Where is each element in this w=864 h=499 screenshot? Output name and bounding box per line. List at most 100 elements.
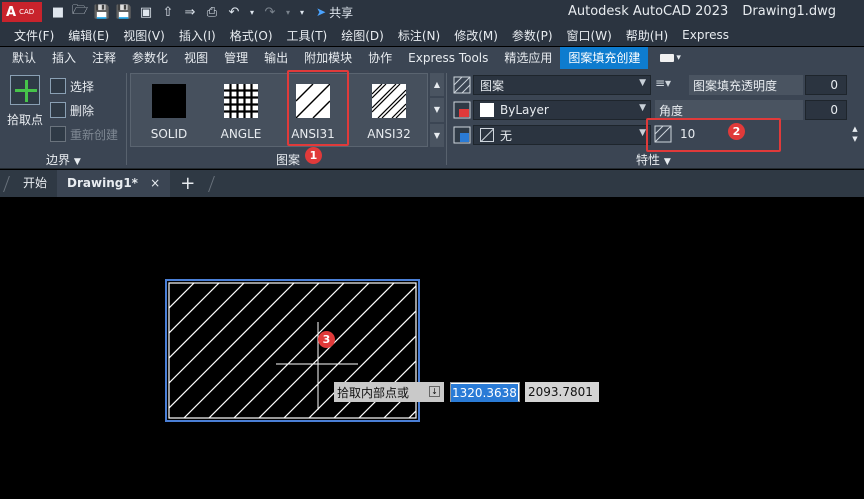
properties-panel-title[interactable]: 特性 ▼ [636,151,671,168]
ribbon-tab[interactable]: 注释 [84,47,124,69]
highlight-ansi31 [287,70,349,146]
print-icon[interactable]: ⎙ [204,4,220,20]
undo-dropdown-icon[interactable]: ▾ [248,4,256,20]
gallery-expand-icon[interactable]: ▼ [430,123,444,147]
ribbon-tab[interactable]: 图案填充创建 [560,47,649,69]
close-icon[interactable]: × [150,176,160,190]
background-color-icon [453,126,471,144]
boundary-title-text: 边界 [46,153,71,167]
hatch-drawing [165,250,602,450]
scale-spinner[interactable]: ▲ ▼ [850,124,860,144]
gallery-up-icon[interactable]: ▲ [430,73,444,97]
gallery-down-icon[interactable]: ▼ [430,98,444,122]
pick-points-button[interactable]: 拾取点 [5,75,45,135]
coord-x-value: 1320.3638 [451,384,518,402]
open-folder-icon[interactable]: 🗁 [72,3,88,20]
menu-item[interactable]: 修改(M) [440,27,498,44]
pattern-name: SOLID [150,127,188,141]
share-button[interactable]: ➤ 共享 [316,4,353,21]
new-tab-icon[interactable]: + [170,173,205,194]
hatch-color-icon [453,101,471,119]
app-logo[interactable]: A CAD [2,2,42,22]
ribbon-tab[interactable]: 附加模块 [296,47,360,69]
transparency-input[interactable]: 0 [805,75,847,95]
menu-item[interactable]: 编辑(E) [54,27,109,44]
redo-dropdown-icon[interactable]: ▾ [284,4,292,20]
prompt-options-icon[interactable]: ↓ [429,386,440,397]
pattern-panel-title: 图案 [276,153,301,167]
annotation-badge-3: 3 [318,331,335,348]
ribbon-tab[interactable]: 插入 [44,47,84,69]
ribbon-tab[interactable]: 参数化 [124,47,176,69]
ribbon-tab[interactable]: 协作 [360,47,400,69]
pick-points-label: 拾取点 [6,113,43,127]
annotation-badge-1: 1 [305,147,322,164]
solid-pattern-icon [152,84,186,118]
save-icon[interactable]: 💾 [94,4,110,20]
ribbon-tab[interactable]: 视图 [176,47,216,69]
select-boundary-button[interactable]: 选择 [50,77,94,95]
redo-icon[interactable]: ↷ [262,4,278,20]
logo-letter: A [6,4,17,20]
spinner-down-icon[interactable]: ▼ [850,134,860,144]
angle-input[interactable]: 0 [805,100,847,120]
tab-drawing1[interactable]: Drawing1* × [57,170,171,197]
remove-boundary-button[interactable]: 删除 [50,101,94,119]
coordinate-x-input[interactable]: 1320.3638 [450,382,520,402]
menu-item[interactable]: Express [668,28,729,42]
annotation-badge-2: 2 [728,123,745,140]
undo-icon[interactable]: ↶ [226,4,242,20]
ribbon-tab[interactable]: 管理 [216,47,256,69]
tab-start[interactable]: 开始 [13,170,57,197]
menu-item[interactable]: 插入(I) [165,27,216,44]
hatch-type-dropdown[interactable]: 图案 ▼ [473,75,651,95]
transparency-label: 图案填充透明度 [689,75,803,95]
pattern-solid[interactable]: SOLID [133,84,205,144]
spinner-up-icon[interactable]: ▲ [850,124,860,134]
boundary-panel-title[interactable]: 边界 ▼ [46,151,81,168]
ribbon-tab[interactable]: 输出 [256,47,296,69]
share-icon: ➤ [316,5,327,19]
menu-item[interactable]: 视图(V) [109,27,165,44]
export-icon[interactable]: ⇒ [182,4,198,20]
menu-item[interactable]: 标注(N) [384,27,440,44]
remove-icon [50,102,66,118]
menu-item[interactable]: 帮助(H) [612,27,668,44]
remove-label: 删除 [70,103,95,118]
select-icon [50,78,66,94]
new-file-icon[interactable]: ■ [50,4,66,20]
ribbon-tab[interactable]: 精选应用 [496,47,560,69]
share-label: 共享 [329,5,354,20]
background-color-dropdown[interactable]: 无 ▼ [473,125,651,145]
hatch-color-dropdown[interactable]: ByLayer ▼ [473,100,651,120]
quick-access-toolbar: ■ 🗁 💾 💾 ▣ ⇧ ⇒ ⎙ ↶ ▾ ↷ ▾ ▾ ➤ 共享 [50,3,353,21]
file-tabs: 开始 Drawing1* × + [0,170,864,197]
web-mobile-icon[interactable]: ▣ [138,4,154,20]
menu-item[interactable]: 格式(O) [216,27,273,44]
transparency-icon[interactable]: ≡▾ [655,76,685,94]
ribbon-toggle-icon[interactable]: ▾ [660,51,688,65]
recreate-boundary-button[interactable]: 重新创建 [50,125,118,143]
angle-label: 角度 [655,100,803,120]
customize-qat-icon[interactable]: ▾ [298,4,306,20]
select-label: 选择 [70,79,95,94]
menu-item[interactable]: 窗口(W) [553,27,612,44]
menu-item[interactable]: 绘图(D) [327,27,384,44]
pattern-ansi32[interactable]: ANSI32 [353,83,425,144]
upload-icon[interactable]: ⇧ [160,4,176,20]
save-as-icon[interactable]: 💾 [116,4,132,20]
coordinate-y-input[interactable]: 2093.7801 [525,382,599,402]
app-title: Autodesk AutoCAD 2023 [568,4,729,19]
hatch-line [402,250,602,450]
menu-item[interactable]: 参数(P) [498,27,553,44]
gallery-scroll: ▲ ▼ ▼ [430,73,444,147]
ribbon-tab[interactable]: 默认 [0,47,44,69]
properties-title-text: 特性 [636,153,661,167]
logo-sub: CAD [19,8,35,16]
pattern-angle[interactable]: ANGLE [205,84,277,144]
ribbon-tab[interactable]: Express Tools [400,47,496,69]
menu-item[interactable]: 工具(T) [273,27,328,44]
ribbon-tabs: 默认 插入 注释 参数化 视图 管理 输出 附加模块 协作 Express Tools 精选应用 图案… [0,47,864,69]
chevron-down-icon: ▼ [639,78,646,88]
menu-item[interactable]: 文件(F) [0,27,54,44]
